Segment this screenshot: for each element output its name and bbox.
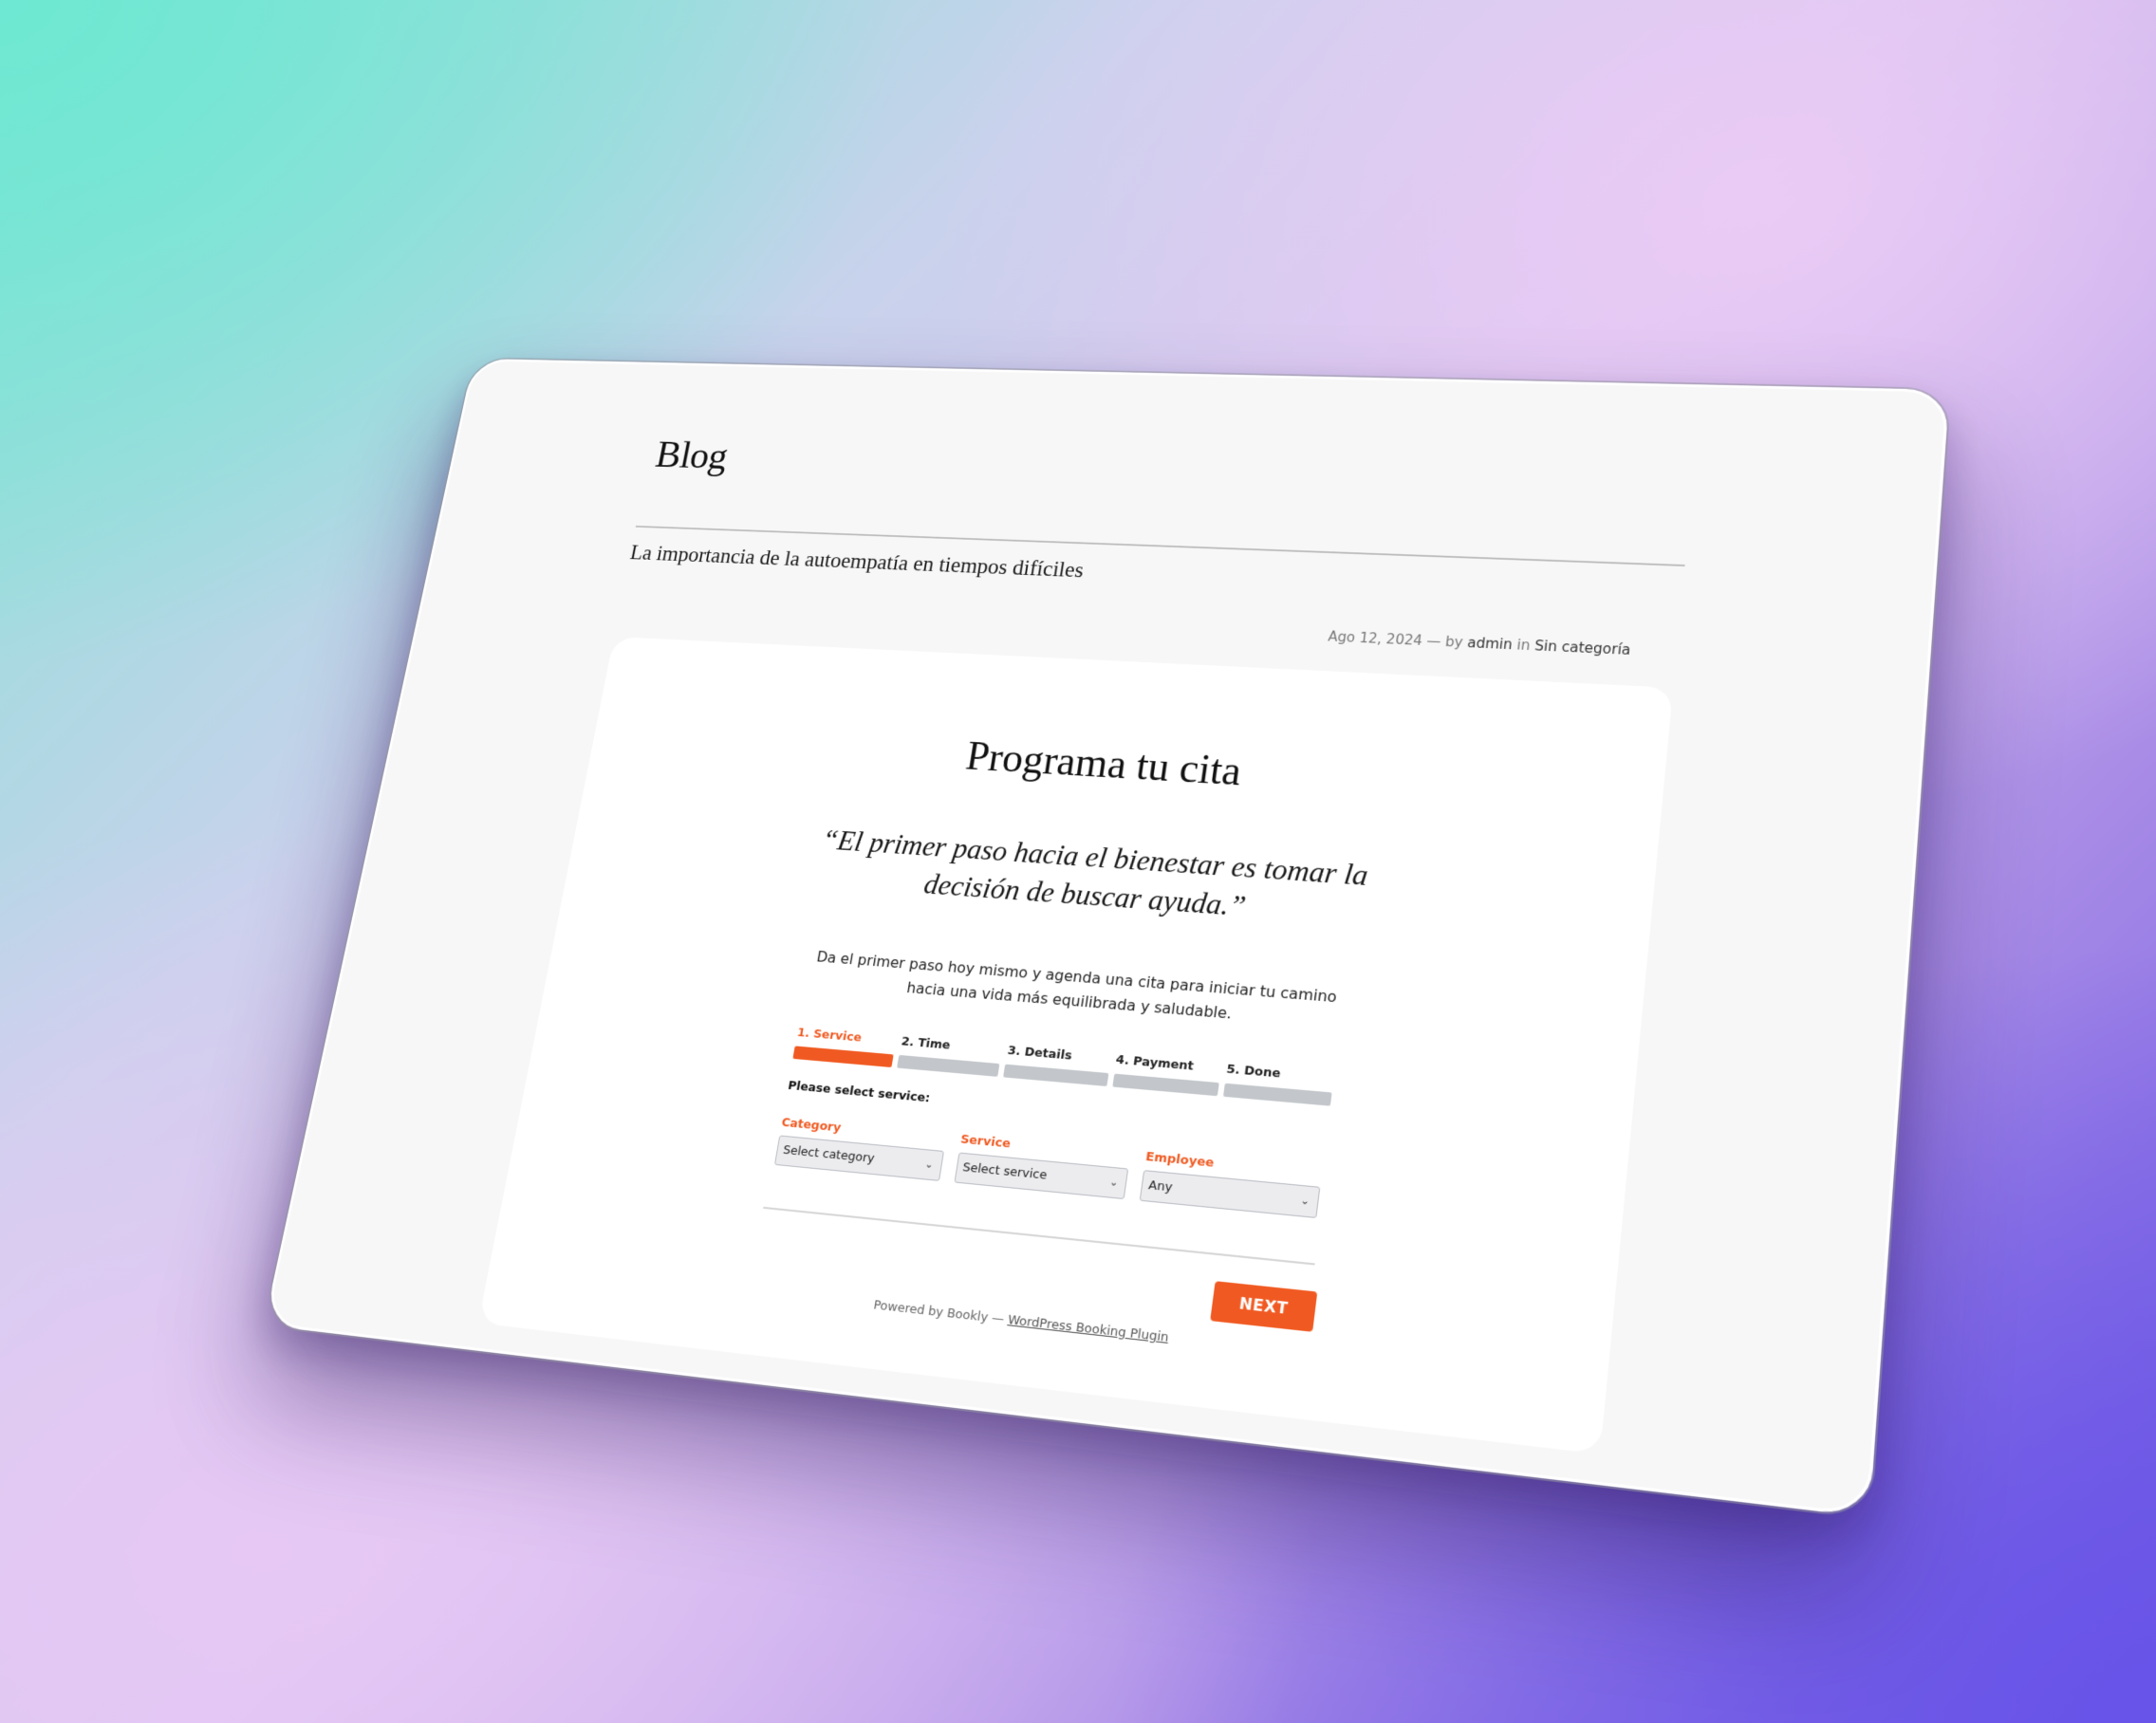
post-meta: Ago 12, 2024 — by admin in Sin categoría [1328, 628, 1632, 658]
chevron-down-icon: ⌄ [923, 1158, 935, 1172]
booking-intro: Da el primer paso hoy mismo y agenda una… [815, 948, 1338, 1023]
category-select-value: Select category [782, 1142, 876, 1166]
device-stage: Blog La importancia de la autoempatía en… [263, 358, 1950, 1518]
powered-by-text: Powered by Bookly — [872, 1298, 1006, 1327]
powered-by: Powered by Bookly — WordPress Booking Pl… [489, 1256, 1608, 1395]
post-category-link[interactable]: Sin categoría [1533, 638, 1631, 658]
form-divider [763, 1206, 1315, 1266]
step-service: 1. Service [792, 1026, 897, 1068]
booking-fields: Category Select category ⌄ Service Selec… [773, 1116, 1323, 1219]
blog-title[interactable]: Blog [652, 433, 732, 477]
service-field: Service Select service ⌄ [954, 1133, 1131, 1200]
next-button[interactable]: NEXT [1210, 1281, 1318, 1332]
booking-heading: Programa tu cita [962, 732, 1245, 794]
post-in: in [1515, 637, 1532, 654]
step-done: 5. Done [1222, 1063, 1335, 1106]
category-field: Category Select category ⌄ [773, 1116, 947, 1181]
select-service-prompt: Please select service: [787, 1079, 932, 1106]
service-select-value: Select service [961, 1160, 1049, 1183]
post-date: Ago 12, 2024 [1327, 628, 1423, 649]
post-content-card: Programa tu cita “El primer paso hacia e… [477, 637, 1674, 1454]
employee-select-value: Any [1147, 1177, 1174, 1195]
post-author-link[interactable]: admin [1466, 635, 1513, 653]
device-frame: Blog La importancia de la autoempatía en… [263, 358, 1950, 1518]
step-payment: 4. Payment [1111, 1053, 1222, 1097]
booking-quote: “El primer paso hacia el bienestar es to… [819, 823, 1370, 923]
bookly-plugin-link[interactable]: WordPress Booking Plugin [1007, 1313, 1170, 1345]
post-title[interactable]: La importancia de la autoempatía en tiem… [628, 542, 1085, 584]
step-time: 2. Time [897, 1035, 1003, 1077]
employee-field: Employee Any ⌄ [1140, 1150, 1323, 1219]
post-by: — by [1425, 633, 1464, 651]
step-details: 3. Details [1003, 1044, 1111, 1086]
chevron-down-icon: ⌄ [1299, 1194, 1310, 1208]
chevron-down-icon: ⌄ [1108, 1175, 1120, 1190]
